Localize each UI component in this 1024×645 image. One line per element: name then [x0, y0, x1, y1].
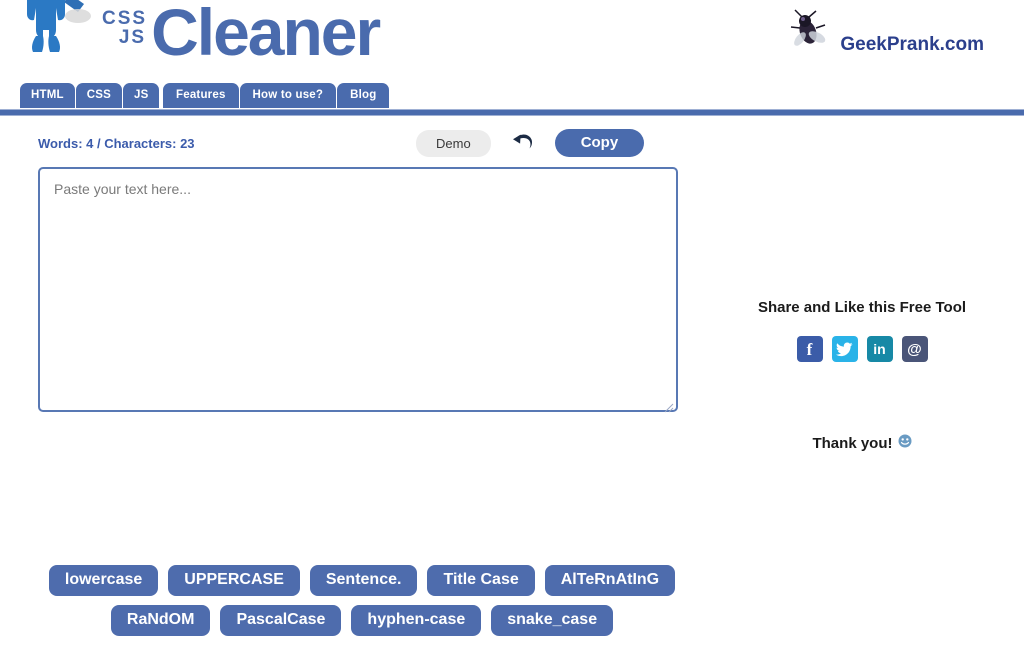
case-button-hyphen-case[interactable]: hyphen-case	[351, 605, 482, 636]
logo-js-label: JS	[118, 27, 147, 49]
brand-wordmark: CSS JS Cleaner	[102, 0, 381, 65]
thank-you-text: Thank you!	[812, 434, 893, 452]
thank-you-message: Thank you!	[700, 434, 1024, 452]
case-button-pascal-case[interactable]: PascalCase	[220, 605, 342, 636]
smiley-icon	[898, 434, 912, 452]
copy-button[interactable]: Copy	[554, 129, 645, 157]
share-title: Share and Like this Free Tool	[757, 299, 967, 316]
tab-css[interactable]: CSS	[75, 83, 122, 108]
logo-css-label: CSS	[102, 7, 148, 29]
primary-tab-group: HTML CSS JS	[20, 83, 160, 108]
share-sidebar: Share and Like this Free Tool f in @ Tha…	[700, 299, 1024, 452]
undo-button[interactable]	[509, 131, 537, 156]
text-input[interactable]	[38, 167, 678, 412]
case-button-snake-case[interactable]: snake_case	[491, 605, 614, 636]
case-row-1: lowercase UPPERCASE Sentence. Title Case…	[38, 565, 686, 596]
case-button-lowercase[interactable]: lowercase	[48, 565, 159, 596]
cleaner-mascot-icon	[18, 0, 96, 58]
twitter-icon[interactable]	[831, 336, 858, 362]
email-icon[interactable]: @	[901, 336, 928, 362]
main-navigation: HTML CSS JS Features How to use? Blog	[0, 76, 1024, 108]
logo-name: Cleaner	[151, 0, 381, 69]
text-input-wrapper	[38, 167, 678, 417]
social-links: f in @	[700, 336, 1024, 362]
page-header: CSS JS Cleaner GeekPrank.com	[0, 0, 1024, 76]
geekprank-label: GeekPrank.com	[840, 33, 984, 55]
editor-toolbar: Words: 4 / Characters: 23 Demo Copy	[38, 129, 678, 165]
tab-js[interactable]: JS	[122, 83, 160, 108]
facebook-icon[interactable]: f	[796, 336, 823, 362]
nav-divider	[0, 109, 1024, 116]
tab-features[interactable]: Features	[163, 83, 239, 108]
geekprank-link[interactable]: GeekPrank.com	[786, 8, 984, 57]
tab-how-to-use[interactable]: How to use?	[239, 83, 337, 108]
case-conversion-buttons: lowercase UPPERCASE Sentence. Title Case…	[38, 565, 686, 645]
editor-column: Words: 4 / Characters: 23 Demo Copy	[38, 129, 678, 417]
demo-button[interactable]: Demo	[416, 129, 491, 157]
tab-blog[interactable]: Blog	[337, 83, 390, 108]
site-logo[interactable]: CSS JS Cleaner	[18, 0, 381, 65]
fly-icon	[786, 8, 830, 57]
case-button-alternating[interactable]: AlTeRnAtInG	[544, 565, 676, 596]
secondary-tab-group: Features How to use? Blog	[163, 83, 390, 108]
case-button-title-case[interactable]: Title Case	[427, 565, 535, 596]
tab-html[interactable]: HTML	[20, 83, 75, 108]
main-content: Words: 4 / Characters: 23 Demo Copy Past…	[0, 119, 1024, 636]
linkedin-icon[interactable]: in	[866, 336, 893, 362]
editor-actions: Demo Copy	[416, 129, 645, 157]
case-button-random[interactable]: RaNdOM	[110, 605, 211, 636]
case-row-2: RaNdOM PascalCase hyphen-case snake_case	[38, 605, 686, 636]
case-button-uppercase[interactable]: UPPERCASE	[168, 565, 300, 596]
case-button-sentence[interactable]: Sentence.	[309, 565, 418, 596]
undo-arrow-icon	[511, 131, 535, 156]
